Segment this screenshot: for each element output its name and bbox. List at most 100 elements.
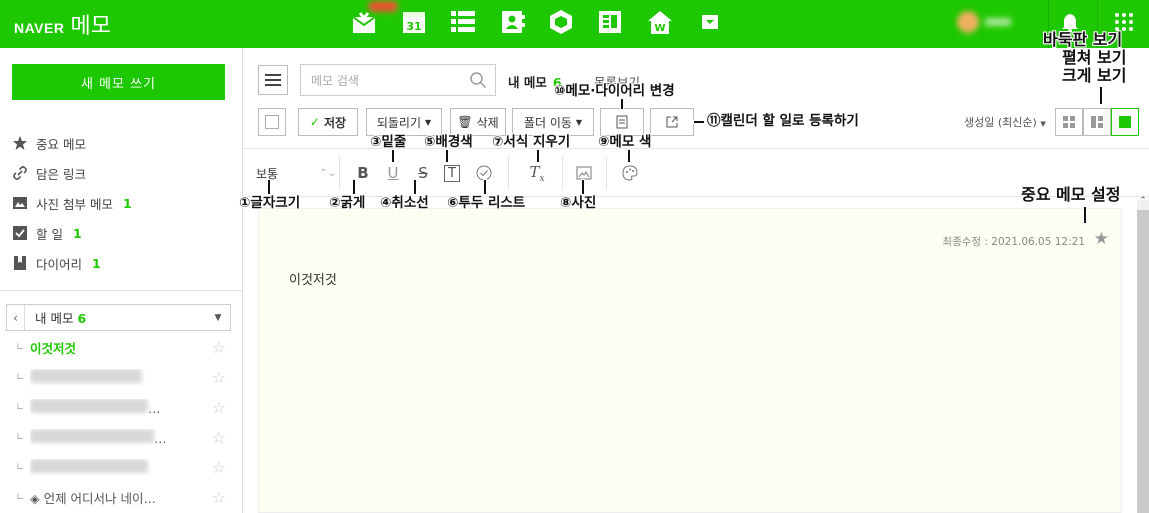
caret-down-icon[interactable]: ▼: [206, 313, 230, 323]
text-box-icon: T: [444, 164, 460, 182]
mail-icon[interactable]: [351, 9, 377, 35]
sidebar-item-todo[interactable]: 할 일 1: [12, 223, 82, 243]
annotation-strike: ④취소선: [380, 195, 429, 211]
bookmark-icon: [12, 255, 28, 271]
memo-list-item[interactable]: ∟ 이것저것 ☆: [16, 337, 226, 357]
select-all-checkbox[interactable]: [258, 108, 286, 136]
memo-list-item[interactable]: ∟ … ☆: [16, 427, 226, 447]
star-icon: [12, 135, 28, 151]
move-folder-button[interactable]: 폴더 이동 ▼: [512, 108, 594, 136]
memo-list-icon[interactable]: [450, 9, 476, 35]
photo-icon: [12, 195, 28, 211]
calendar-icon[interactable]: 31: [401, 9, 427, 35]
save-label: 저장: [323, 115, 347, 130]
new-memo-button[interactable]: 새 메모 쓰기: [12, 64, 225, 100]
blog-home-icon[interactable]: W: [647, 9, 673, 35]
undo-button[interactable]: 되돌리기 ▼: [366, 108, 442, 136]
chevron-left-icon[interactable]: ‹: [7, 305, 25, 330]
grid-icon: [1063, 116, 1075, 128]
star-outline-icon[interactable]: ☆: [212, 488, 226, 507]
large-view-button[interactable]: [1111, 108, 1139, 136]
bullet-icon: ∟: [16, 461, 25, 473]
main-panel: 메모 검색 내 메모 6 목록보기 ✓ 저장 되돌리기 ▼ 🗑 삭제 폴더 이동 ▼ 생성…: [244, 48, 1149, 513]
cube-icon[interactable]: [548, 9, 574, 35]
search-icon[interactable]: [469, 71, 487, 89]
calendar-register-button[interactable]: [650, 108, 694, 136]
updown-icon: ⌃⌄: [319, 167, 336, 179]
sidebar-item-label: 사진 첨부 메모: [36, 196, 113, 212]
star-outline-icon[interactable]: ☆: [212, 458, 226, 477]
hamburger-icon: [265, 74, 281, 86]
caret-down-icon: ▼: [1040, 120, 1046, 128]
expand-view-button[interactable]: [1083, 108, 1111, 136]
svg-text:31: 31: [406, 20, 421, 33]
clear-format-button[interactable]: Tx: [526, 158, 548, 188]
star-outline-icon[interactable]: ☆: [212, 368, 226, 387]
blurred-title: [30, 458, 148, 473]
annotation-grid-view: 바둑판 보기: [1043, 30, 1123, 49]
memo-title: …: [148, 400, 161, 416]
clear-format-icon: Tx: [529, 162, 545, 184]
last-modified: 최종수정 : 2021.06.05 12:21: [942, 236, 1085, 248]
change-to-diary-button[interactable]: [600, 108, 644, 136]
star-outline-icon[interactable]: ☆: [212, 428, 226, 447]
annotation-underline: ③밑줄: [370, 134, 407, 150]
link-icon: [12, 165, 28, 181]
trash-icon: 🗑: [457, 115, 473, 129]
background-color-button[interactable]: T: [440, 158, 464, 188]
delete-label: 삭제: [476, 115, 499, 130]
bullet-icon: ∟: [16, 491, 25, 503]
sidebar-item-links[interactable]: 담은 링크: [12, 163, 86, 183]
annotation-font-size: ①글자크기: [239, 195, 301, 211]
search-input[interactable]: 메모 검색: [300, 64, 496, 96]
memo-list-item[interactable]: ∟ ◈ 언제 어디서나 네이… ☆: [16, 487, 226, 507]
folder-selector[interactable]: ‹ 내 메모 6 ▼: [6, 304, 231, 331]
memo-list-item[interactable]: ∟ ☆: [16, 367, 226, 387]
format-divider: [562, 156, 563, 190]
logo[interactable]: NAVER 메모: [14, 8, 111, 40]
memo-content[interactable]: 이것저것: [289, 269, 337, 288]
memo-list-item[interactable]: ∟ … ☆: [16, 397, 226, 417]
blurred-title: [30, 398, 148, 413]
sort-dropdown[interactable]: 생성일 (최신순) ▼: [964, 114, 1046, 130]
sidebar-item-count: 1: [92, 255, 101, 271]
app-title: 메모: [70, 14, 111, 39]
annotation-pointer: [694, 121, 704, 123]
star-outline-icon[interactable]: ☆: [212, 338, 226, 357]
square-icon: [1119, 116, 1131, 128]
delete-button[interactable]: 🗑 삭제: [450, 108, 506, 136]
scrollbar-thumb[interactable]: [1137, 210, 1149, 513]
bold-button[interactable]: B: [352, 158, 374, 188]
annotation-todo: ⑥투두 리스트: [447, 195, 526, 211]
sidebar-item-count: 1: [72, 225, 82, 241]
annotation-pointer: [353, 180, 355, 194]
image-icon: [576, 166, 592, 180]
scroll-up-arrow[interactable]: ⌃: [1137, 196, 1149, 208]
star-icon[interactable]: ★: [1094, 229, 1109, 249]
share-out-icon: [666, 116, 678, 128]
annotation-change-diary: ⑩메모·다이어리 변경: [554, 83, 675, 99]
sidebar-item-diary[interactable]: 다이어리 1: [12, 253, 101, 273]
annotation-pointer: [1084, 207, 1086, 223]
contacts-icon[interactable]: [500, 9, 526, 35]
sidebar-item-photo-memo[interactable]: 사진 첨부 메모 1: [12, 193, 132, 213]
memo-list-item[interactable]: ∟ ☆: [16, 457, 226, 477]
sidebar-item-important[interactable]: 중요 메모: [12, 133, 86, 153]
grid-view-button[interactable]: [1055, 108, 1083, 136]
format-divider: [339, 156, 340, 190]
menu-button[interactable]: [258, 65, 288, 95]
caret-down-icon: ▼: [575, 117, 583, 127]
more-services-icon[interactable]: [697, 9, 723, 35]
format-divider: [606, 156, 607, 190]
check-circle-icon: [476, 165, 492, 181]
photo-button[interactable]: [572, 158, 596, 188]
memo-color-button[interactable]: [618, 158, 642, 188]
user-profile[interactable]: [955, 9, 1015, 35]
underline-button[interactable]: U: [382, 158, 404, 188]
format-divider: [508, 156, 509, 190]
office-icon[interactable]: [597, 9, 623, 35]
star-outline-icon[interactable]: ☆: [212, 398, 226, 417]
save-button[interactable]: ✓ 저장: [298, 108, 358, 136]
annotation-pointer: [537, 150, 539, 162]
memo-editor[interactable]: 최종수정 : 2021.06.05 12:21 ★ 이것저것: [258, 208, 1122, 513]
